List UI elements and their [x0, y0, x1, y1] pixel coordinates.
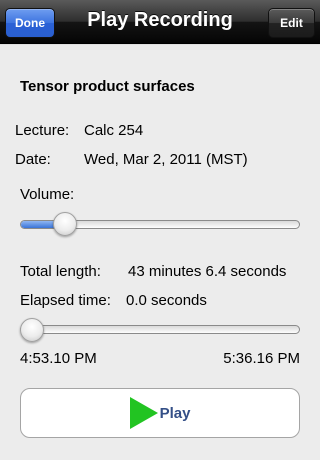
date-label: Date: [15, 151, 51, 168]
play-button-label: Play [159, 404, 191, 422]
total-length-value: 43 minutes 6.4 seconds [128, 263, 287, 280]
volume-label: Volume: [20, 186, 75, 203]
playback-progress-slider[interactable] [20, 325, 300, 334]
start-time: 4:53.10 PM [20, 350, 97, 367]
lecture-label: Lecture: [15, 122, 70, 139]
edit-button[interactable]: Edit [268, 8, 315, 38]
total-length-label: Total length: [20, 263, 101, 280]
navigation-bar: Done Play Recording Edit [0, 0, 320, 44]
elapsed-time-value: 0.0 seconds [126, 292, 207, 309]
end-time: 5:36.16 PM [223, 350, 300, 367]
elapsed-time-label: Elapsed time: [20, 292, 111, 309]
playback-progress-thumb[interactable] [20, 318, 44, 342]
play-button[interactable]: Play [20, 388, 300, 438]
lecture-value: Calc 254 [84, 122, 144, 139]
play-icon [129, 397, 158, 429]
date-value: Wed, Mar 2, 2011 (MST) [84, 151, 248, 168]
recording-title: Tensor product surfaces [20, 78, 195, 95]
